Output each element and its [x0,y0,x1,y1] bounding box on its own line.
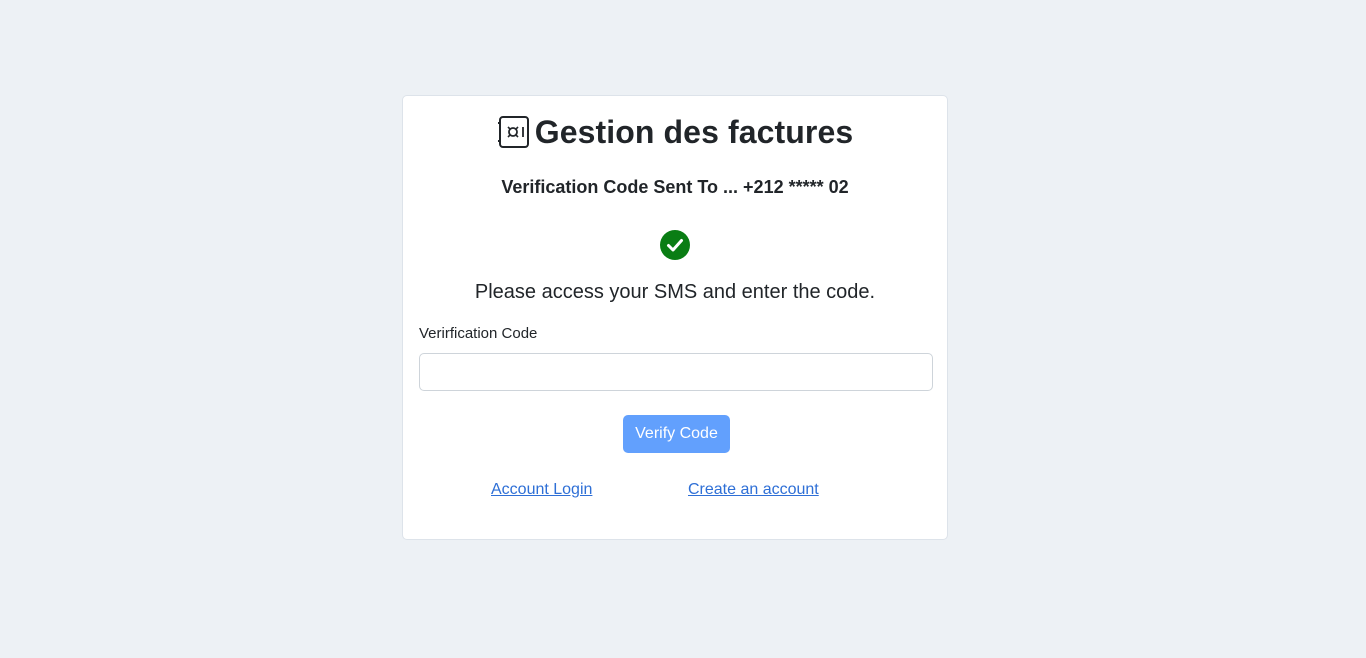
create-account-link[interactable]: Create an account [688,480,819,500]
verify-code-button[interactable]: Verify Code [623,415,730,453]
check-circle-icon [660,230,690,260]
verification-code-label: Verirfication Code [419,325,538,342]
instruction-text: Please access your SMS and enter the cod… [474,281,876,303]
verification-subtitle: Verification Code Sent To ... +212 *****… [501,177,849,197]
account-login-link[interactable]: Account Login [491,480,592,500]
verification-code-input[interactable] [419,353,933,391]
status-wrap [403,230,947,260]
verification-card: Gestion des factures Verification Code S… [402,95,948,540]
page-title: Gestion des factures [534,114,854,150]
safe-icon [497,115,531,149]
title-row: Gestion des factures [403,112,947,152]
